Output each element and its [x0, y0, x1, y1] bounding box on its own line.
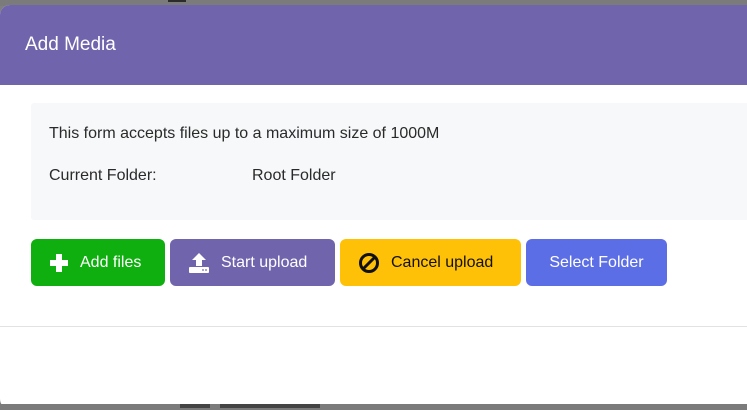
upload-icon	[188, 252, 210, 274]
current-folder-label: Current Folder:	[49, 167, 157, 184]
add-files-button[interactable]: Add files	[31, 239, 165, 286]
backdrop-bottom	[0, 404, 747, 410]
info-panel: This form accepts files up to a maximum …	[31, 103, 747, 220]
select-folder-button[interactable]: Select Folder	[526, 239, 667, 286]
ban-icon	[358, 252, 380, 274]
start-upload-label: Start upload	[221, 253, 308, 271]
add-files-label: Add files	[80, 253, 142, 271]
select-folder-label: Select Folder	[549, 253, 644, 271]
cancel-upload-label: Cancel upload	[391, 253, 494, 271]
upload-limit-text: This form accepts files up to a maximum …	[49, 125, 440, 142]
backdrop-fragment	[180, 404, 340, 410]
plus-icon	[49, 253, 69, 273]
cancel-upload-button[interactable]: Cancel upload	[340, 239, 521, 286]
current-folder-value: Root Folder	[252, 167, 336, 184]
start-upload-button[interactable]: Start upload	[170, 239, 335, 286]
footer-divider	[0, 326, 747, 327]
modal-header: Add Media	[0, 5, 747, 85]
modal-title: Add Media	[25, 34, 116, 55]
add-media-modal: Add Media This form accepts files up to …	[0, 5, 747, 409]
backdrop-fragment	[168, 0, 186, 2]
